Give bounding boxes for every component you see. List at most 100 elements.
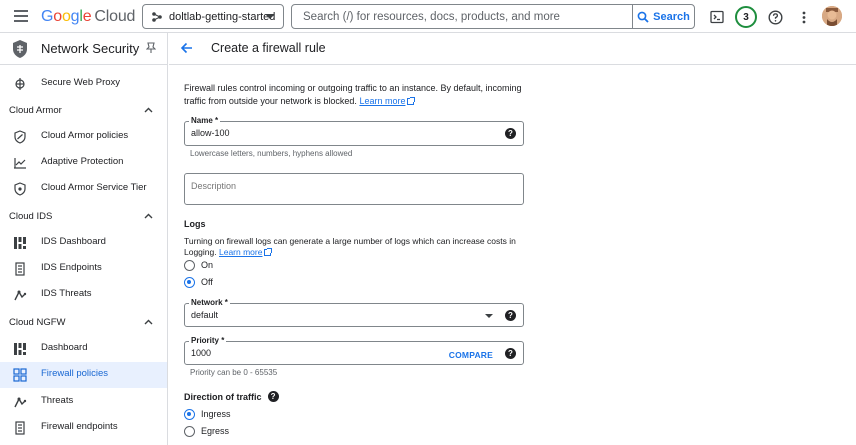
intro-body: Firewall rules control incoming or outgo… (184, 83, 522, 106)
logs-learn-more-label: Learn more (219, 247, 263, 257)
network-value: default (191, 310, 219, 320)
description-field (184, 173, 524, 205)
sidebar-section-cloud-armor[interactable]: Cloud Armor (0, 100, 167, 122)
project-picker[interactable]: doltlab-getting-started (142, 4, 284, 29)
sidebar-item-ids-threats[interactable]: IDS Threats (0, 282, 167, 308)
logs-learn-more-link[interactable]: Learn more (219, 247, 273, 257)
name-help-icon[interactable]: ? (505, 128, 516, 139)
direction-title: Direction of traffic (184, 391, 262, 402)
name-field: Name * ? (184, 116, 524, 146)
name-hint: Lowercase letters, numbers, hyphens allo… (190, 149, 353, 158)
cloud-shell-icon[interactable] (706, 6, 728, 28)
priority-label: Priority * (189, 336, 227, 345)
endpoints-icon (15, 421, 25, 435)
dashboard-icon (14, 343, 26, 355)
notifications-badge[interactable]: 3 (735, 6, 757, 28)
search-bar: Search (291, 4, 695, 29)
sidebar-item-label: Firewall policies (41, 368, 109, 379)
sidebar-item-cloud-armor-service-tier[interactable]: Cloud Armor Service Tier (0, 176, 167, 202)
network-select[interactable]: Network * default ? (184, 298, 524, 327)
adaptive-protection-icon (14, 158, 26, 169)
direction-ingress-radio[interactable]: Ingress (184, 407, 231, 421)
sidebar-item-firewall-endpoints[interactable]: Firewall endpoints (0, 415, 167, 441)
sidebar-item-ids-dashboard[interactable]: IDS Dashboard (0, 230, 167, 256)
search-input[interactable] (292, 5, 632, 28)
sidebar-item-label: Firewall endpoints (41, 421, 118, 432)
search-icon (637, 11, 649, 23)
priority-hint: Priority can be 0 - 65535 (190, 368, 278, 377)
sidebar-item-label: Adaptive Protection (41, 156, 124, 167)
description-textarea[interactable] (191, 181, 511, 203)
radio-label: Ingress (201, 409, 231, 419)
sidebar-item-ngfw-threats[interactable]: Threats (0, 389, 167, 415)
external-link-icon (407, 96, 416, 105)
endpoints-icon (15, 262, 25, 276)
threats-icon (14, 290, 27, 301)
logs-description: Turning on firewall logs can generate a … (184, 236, 524, 258)
learn-more-link[interactable]: Learn more (359, 96, 416, 106)
sidebar-item-label: IDS Dashboard (41, 236, 106, 247)
sidebar-item-label: Secure Web Proxy (41, 77, 121, 88)
radio-label: Off (201, 277, 213, 287)
section-label: Cloud NGFW (9, 317, 66, 328)
logs-off-radio[interactable]: Off (184, 275, 213, 289)
sidebar-item-cloud-armor-policies[interactable]: Cloud Armor policies (0, 124, 167, 150)
sidebar-item-firewall-policies[interactable]: Firewall policies (0, 362, 167, 388)
logs-on-radio[interactable]: On (184, 258, 213, 272)
direction-help-icon[interactable]: ? (267, 391, 279, 402)
radio-label: Egress (201, 426, 230, 436)
network-help-icon[interactable]: ? (505, 310, 516, 321)
radio-label: On (201, 260, 214, 270)
priority-input[interactable] (191, 348, 391, 358)
compare-button[interactable]: COMPARE (449, 350, 493, 360)
radio-circle-icon (184, 425, 195, 437)
main-scrollbar[interactable] (848, 65, 856, 445)
intro-text: Firewall rules control incoming or outgo… (184, 82, 524, 108)
more-options-icon[interactable] (793, 6, 815, 28)
help-icon[interactable] (764, 6, 786, 28)
chevron-up-icon (144, 107, 153, 113)
search-button-label: Search (653, 10, 690, 23)
sidebar-section-cloud-ids[interactable]: Cloud IDS (0, 206, 167, 228)
sidebar-header: Network Security (0, 33, 167, 65)
back-arrow-icon[interactable] (180, 41, 194, 55)
main-menu-icon[interactable] (14, 10, 28, 22)
radio-circle-icon (184, 259, 195, 271)
logo-cloud-text: Cloud (94, 8, 136, 25)
chevron-up-icon (144, 213, 153, 219)
top-bar: Google Cloud doltlab-getting-started Sear… (0, 0, 856, 33)
user-avatar[interactable] (822, 6, 842, 26)
priority-help-icon[interactable]: ? (505, 348, 516, 359)
page-title: Create a firewall rule (211, 41, 326, 55)
main-content: Create a firewall rule Firewall rules co… (169, 33, 856, 445)
name-label: Name * (189, 116, 221, 125)
page-header: Create a firewall rule (169, 33, 856, 65)
name-input[interactable] (191, 128, 491, 138)
direction-heading: Direction of traffic ? (184, 391, 279, 402)
priority-field: Priority * COMPARE ? (184, 336, 524, 365)
google-cloud-logo[interactable]: Google Cloud (41, 8, 135, 26)
search-button[interactable]: Search (632, 5, 694, 28)
section-label: Cloud IDS (9, 211, 53, 222)
network-security-shield-icon (13, 40, 27, 58)
sidebar-item-secure-web-proxy[interactable]: Secure Web Proxy (0, 71, 167, 97)
pin-icon[interactable] (146, 42, 156, 54)
proxy-icon (15, 78, 25, 90)
sidebar-title: Network Security (41, 41, 140, 56)
sidebar: Network Security Secure Web Proxy Cloud … (0, 33, 168, 445)
sidebar-section-cloud-ngfw[interactable]: Cloud NGFW (0, 312, 167, 334)
dropdown-arrow-icon (485, 314, 493, 318)
chevron-up-icon (144, 319, 153, 325)
service-tier-shield-icon (14, 182, 26, 196)
sidebar-item-adaptive-protection[interactable]: Adaptive Protection (0, 150, 167, 176)
sidebar-item-label: IDS Threats (41, 288, 92, 299)
sidebar-item-ids-endpoints[interactable]: IDS Endpoints (0, 256, 167, 282)
sidebar-item-ngfw-dashboard[interactable]: Dashboard (0, 336, 167, 362)
sidebar-item-label: Threats (41, 395, 74, 406)
direction-egress-radio[interactable]: Egress (184, 424, 229, 438)
sidebar-item-label: Cloud Armor policies (41, 130, 129, 141)
sidebar-item-label: Dashboard (41, 342, 88, 353)
sidebar-item-label: Cloud Armor Service Tier (41, 182, 147, 193)
dashboard-icon (14, 237, 26, 249)
armor-policy-icon (14, 130, 26, 144)
